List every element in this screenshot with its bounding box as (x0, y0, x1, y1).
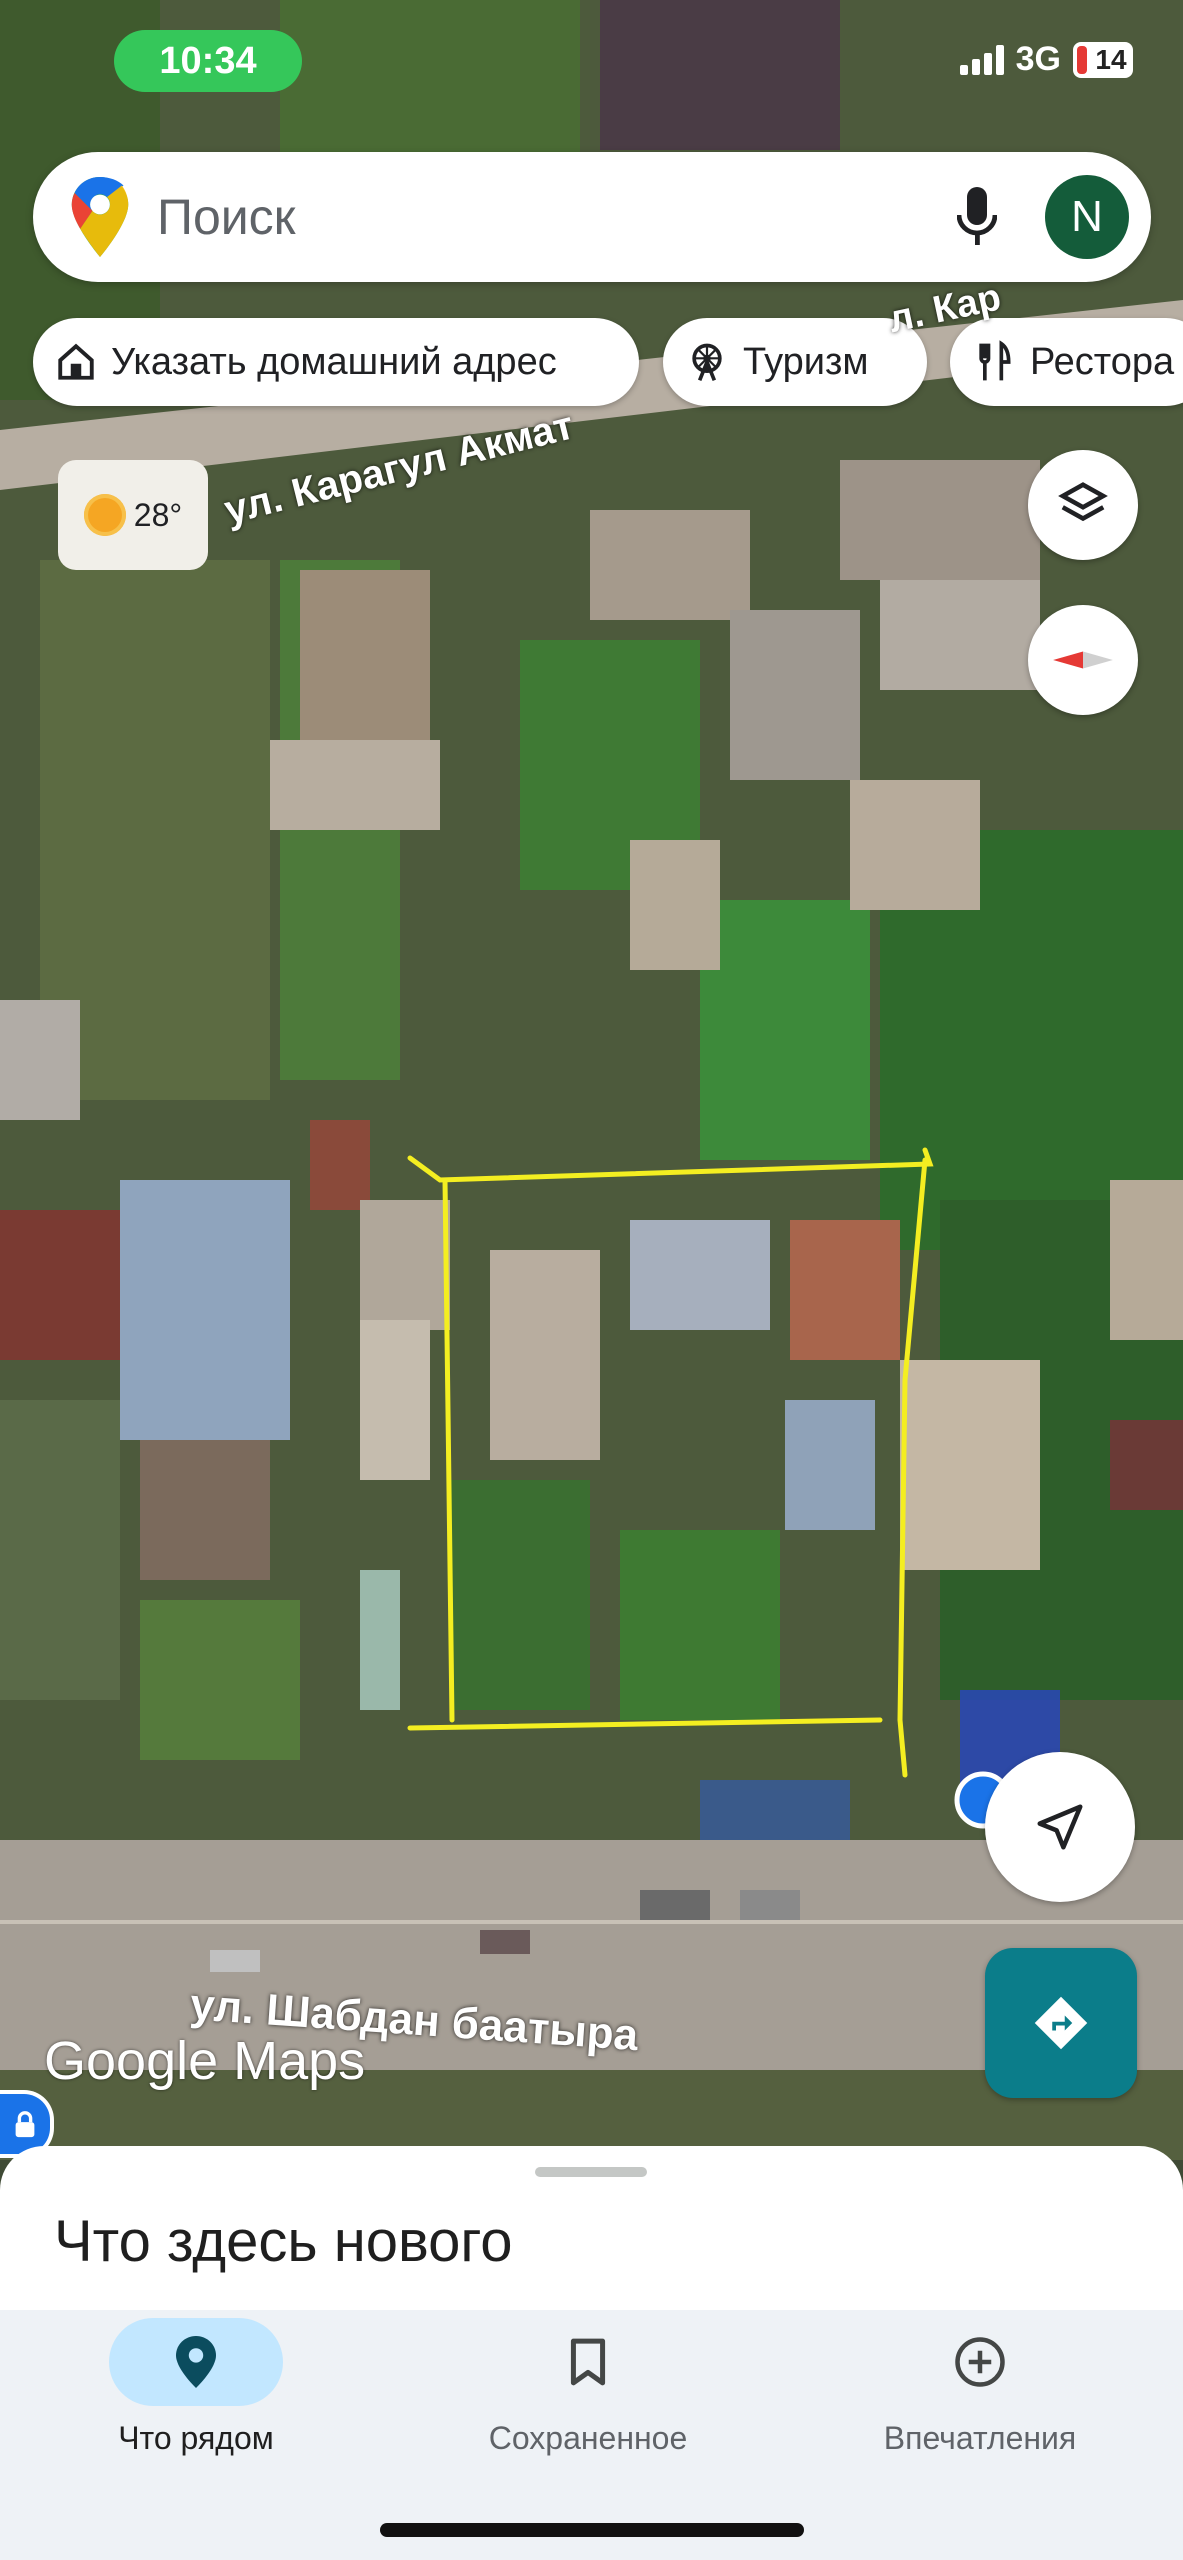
bookmark-icon (501, 2318, 675, 2406)
home-indicator[interactable] (380, 2523, 804, 2537)
navigation-arrow-icon (1037, 1804, 1083, 1850)
directions-button[interactable] (985, 1948, 1137, 2098)
compass-button[interactable] (1028, 605, 1138, 715)
battery-icon: 14 (1073, 41, 1133, 78)
sheet-title: Что здесь нового (54, 2209, 513, 2274)
network-type: 3G (1015, 40, 1061, 78)
status-indicators: 3G 14 (959, 40, 1133, 79)
sun-icon (83, 494, 126, 536)
nav-saved[interactable]: Сохраненное (438, 2318, 738, 2457)
temperature: 28° (133, 496, 183, 533)
compass-icon (1053, 651, 1113, 669)
my-location-button[interactable] (985, 1752, 1135, 1902)
search-bar[interactable]: Поиск N (33, 152, 1151, 282)
chip-label: Рестора (1030, 340, 1175, 383)
home-icon (58, 343, 94, 380)
fork-knife-icon (979, 340, 1011, 381)
chip-tourism[interactable]: Туризм (663, 318, 927, 406)
weather-badge[interactable]: 28° (58, 460, 208, 570)
nav-label: Что рядом (118, 2420, 274, 2456)
nav-label: Впечатления (883, 2420, 1077, 2456)
sheet-drag-handle[interactable] (535, 2167, 647, 2177)
account-avatar[interactable]: N (1045, 175, 1129, 259)
ferris-wheel-icon (692, 343, 722, 382)
nav-contribute[interactable]: Впечатления (830, 2318, 1130, 2457)
add-circle-icon (893, 2318, 1067, 2406)
nav-label: Сохраненное (488, 2420, 688, 2456)
nav-explore[interactable]: Что рядом (46, 2318, 346, 2457)
google-maps-pin-icon (71, 177, 129, 257)
status-time: 10:34 (114, 30, 302, 92)
chip-home-address[interactable]: Указать домашний адрес (33, 318, 639, 406)
chip-label: Туризм (743, 340, 869, 383)
chip-restaurants[interactable]: Рестора (950, 318, 1183, 406)
location-pin-icon (109, 2318, 283, 2406)
google-maps-watermark: Google Maps (44, 2031, 366, 2091)
search-input[interactable]: Поиск (157, 188, 957, 246)
signal-icon (959, 44, 1004, 75)
layers-button[interactable] (1028, 450, 1138, 560)
chip-label: Указать домашний адрес (111, 340, 557, 383)
directions-icon (1034, 1996, 1088, 2050)
layers-icon (1058, 482, 1108, 522)
microphone-icon[interactable] (957, 186, 997, 248)
